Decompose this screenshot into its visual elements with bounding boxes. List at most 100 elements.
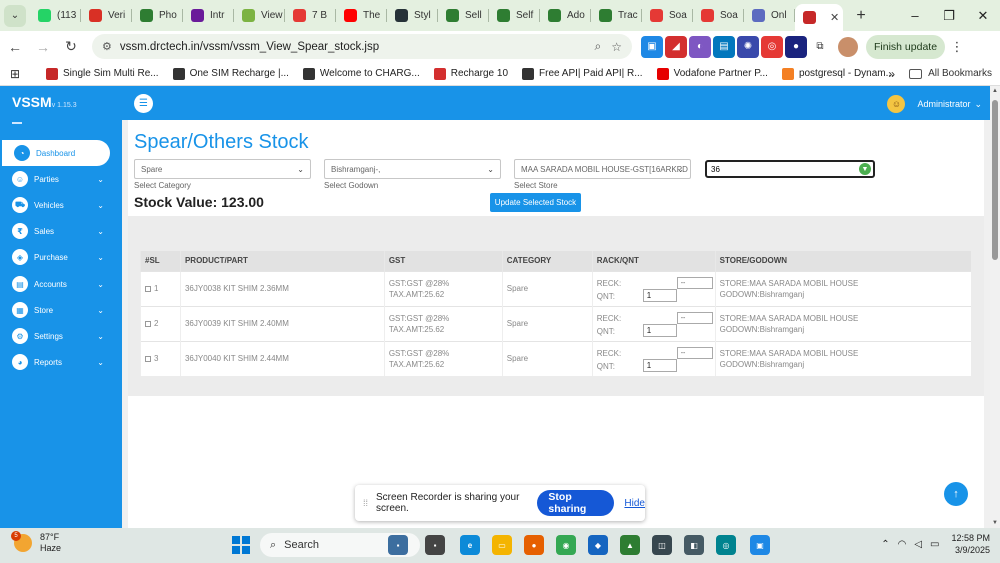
scrollbar-thumb[interactable]	[992, 100, 998, 260]
windows-start-icon[interactable]	[232, 536, 250, 554]
hide-banner-link[interactable]: Hide	[624, 498, 645, 509]
clock[interactable]: 12:58 PM 3/9/2025	[951, 532, 990, 556]
close-tab-icon[interactable]: ✕	[830, 11, 839, 24]
apps-grid-icon[interactable]: ⊞	[10, 67, 32, 81]
row-checkbox[interactable]	[145, 286, 151, 292]
browser-tab[interactable]: Onl	[744, 0, 795, 31]
scroll-up-icon[interactable]: ▲	[992, 88, 998, 94]
extension-icon[interactable]: ◐	[689, 35, 711, 58]
browser-tab[interactable]: Trac	[591, 0, 642, 31]
tab-search-icon[interactable]: ⌄	[4, 4, 26, 27]
chevron-up-icon[interactable]: ⌃	[881, 539, 889, 550]
browser-tab[interactable]: Sell	[438, 0, 489, 31]
extension-icon[interactable]: ▤	[713, 35, 735, 58]
godown-select[interactable]: Bishramganj-, ⌄	[324, 159, 501, 179]
browser-menu-icon[interactable]: ⋮	[949, 39, 965, 55]
row-checkbox[interactable]	[145, 356, 151, 362]
bookmark-item[interactable]: postgresql - Dynam...	[781, 67, 894, 80]
bookmark-item[interactable]: One SIM Recharge |...	[172, 67, 289, 80]
sidebar-item-vehicles[interactable]: ⛟ Vehicles ⌄	[0, 192, 122, 218]
all-bookmarks-link[interactable]: All Bookmarks	[928, 68, 992, 79]
scroll-down-icon[interactable]: ▼	[992, 520, 998, 526]
volume-icon[interactable]: ◁	[914, 539, 922, 550]
bookmark-item[interactable]: Vodafone Partner P...	[656, 67, 768, 80]
taskbar-app-2[interactable]: ▪	[425, 535, 445, 555]
extension-icon[interactable]: ◢	[665, 35, 687, 58]
sidebar-item-reports[interactable]: ◕ Reports ⌄	[0, 349, 122, 375]
extension-icon[interactable]: ▣	[641, 35, 663, 58]
search-icon[interactable]: ⌕	[595, 39, 602, 54]
restore-icon[interactable]: ❐	[932, 0, 966, 31]
reload-icon[interactable]: ↻	[58, 34, 84, 60]
scroll-to-top-button[interactable]: ↑	[944, 482, 968, 506]
qnt-input[interactable]: 1	[642, 358, 677, 372]
bookmark-item[interactable]: Recharge 10	[433, 67, 508, 80]
store-select[interactable]: MAA SARADA MOBIL HOUSE-GST[16ARKPD ⌄	[514, 159, 691, 179]
sidebar-item-settings[interactable]: ⚙ Settings ⌄	[0, 323, 122, 349]
update-selected-stock-button[interactable]: Update Selected Stock	[490, 193, 581, 212]
taskbar-app-8[interactable]: ▲	[620, 535, 640, 555]
sidebar-item-store[interactable]: ▦ Store ⌄	[0, 297, 122, 323]
qnt-input[interactable]: 1	[642, 288, 677, 302]
close-window-icon[interactable]: ✕	[966, 0, 1000, 31]
browser-tab[interactable]: Self	[489, 0, 540, 31]
bookmark-item[interactable]: Single Sim Multi Re...	[46, 67, 159, 80]
chrome-icon[interactable]: ◉	[556, 535, 576, 555]
drag-handle-icon[interactable]: ⁞⁞	[363, 498, 368, 508]
bookmark-item[interactable]: Free API| Paid API| R...	[522, 67, 643, 80]
taskbar-app-9[interactable]: ◫	[652, 535, 672, 555]
browser-tab[interactable]: Intr	[183, 0, 234, 31]
stop-sharing-button[interactable]: Stop sharing	[537, 490, 615, 516]
extension-icon[interactable]: ✺	[737, 35, 759, 58]
taskbar-app-1[interactable]: ▪	[388, 535, 408, 555]
file-explorer-icon[interactable]: ▭	[492, 535, 512, 555]
sidebar-item-dashboard[interactable]: ◔ Dashboard	[2, 140, 110, 166]
finish-update-button[interactable]: Finish update	[866, 34, 946, 59]
browser-tab[interactable]: Soa	[693, 0, 744, 31]
bookmark-star-icon[interactable]: ☆	[611, 40, 622, 54]
forward-arrow-icon[interactable]: →	[30, 34, 56, 60]
extension-icon[interactable]: ●	[785, 35, 807, 58]
taskbar-app-12[interactable]: ▣	[750, 535, 770, 555]
category-select[interactable]: Spare ⌄	[134, 159, 311, 179]
battery-icon[interactable]: ▭	[930, 539, 939, 550]
user-menu[interactable]: ☺ Administrator ⌄	[887, 95, 982, 113]
more-bookmarks-icon[interactable]: »	[888, 67, 895, 81]
new-tab-button[interactable]: +	[849, 7, 873, 25]
site-info-icon[interactable]: ⚙	[102, 40, 112, 53]
reck-input[interactable]: --	[676, 276, 713, 289]
browser-tab[interactable]: The	[336, 0, 387, 31]
browser-tab[interactable]: 7 B	[285, 0, 336, 31]
app-logo[interactable]: VSSMv 1.15.3	[12, 94, 77, 110]
minimize-icon[interactable]: –	[898, 0, 932, 31]
bookmark-item[interactable]: Welcome to CHARG...	[302, 67, 420, 80]
browser-tab[interactable]: Ado	[540, 0, 591, 31]
sidebar-item-accounts[interactable]: ▤ Accounts ⌄	[0, 271, 122, 297]
back-arrow-icon[interactable]: ←	[2, 34, 28, 60]
profile-avatar[interactable]	[838, 36, 858, 57]
menu-toggle-icon[interactable]: ☰	[134, 94, 153, 113]
taskbar-app-11[interactable]: ◎	[716, 535, 736, 555]
browser-tab[interactable]: View	[234, 0, 285, 31]
browser-tab[interactable]: Styl	[387, 0, 438, 31]
filter-icon[interactable]: ▼	[859, 163, 871, 175]
stock-search-input[interactable]: 36 ▼	[705, 160, 875, 178]
browser-tab[interactable]: (113	[30, 0, 81, 31]
browser-tab[interactable]: Pho	[132, 0, 183, 31]
sidebar-item-sales[interactable]: ₹ Sales ⌄	[0, 218, 122, 244]
row-checkbox[interactable]	[145, 321, 151, 327]
address-bar[interactable]: ⚙ vssm.drctech.in/vssm/vssm_View_Spear_s…	[92, 34, 632, 59]
taskbar-app-7[interactable]: ◆	[588, 535, 608, 555]
page-scrollbar[interactable]: ▲ ▼	[990, 86, 1000, 528]
wifi-icon[interactable]: ◠	[898, 539, 907, 550]
browser-tab-active[interactable]: ✕	[795, 4, 843, 31]
qnt-input[interactable]: 1	[642, 323, 677, 337]
sidebar-item-purchase[interactable]: ◈ Purchase ⌄	[0, 244, 122, 270]
weather-widget[interactable]: 5 87°F Haze	[11, 531, 61, 554]
browser-tab[interactable]: Soa	[642, 0, 693, 31]
sidebar-item-parties[interactable]: ☺ Parties ⌄	[0, 166, 122, 192]
taskbar-app-10[interactable]: ◧	[684, 535, 704, 555]
extension-icon[interactable]: ◎	[761, 35, 783, 58]
puzzle-icon[interactable]: ⧉	[809, 35, 831, 58]
firefox-icon[interactable]: ●	[524, 535, 544, 555]
